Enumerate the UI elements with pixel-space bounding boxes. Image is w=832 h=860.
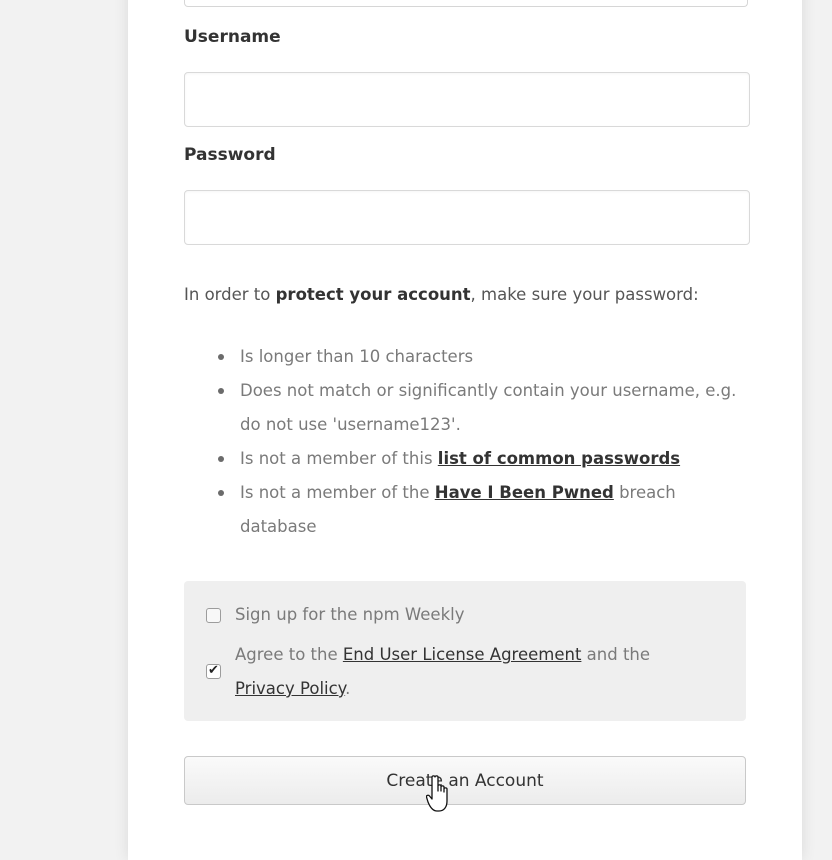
intro-text-strong: protect your account [275,285,471,304]
requirement-text: Is not a member of this [240,449,438,468]
eula-link[interactable]: End User License Agreement [343,645,582,664]
password-requirements-intro: In order to protect your account, make s… [184,284,784,306]
password-label: Password [184,145,276,165]
previous-input-field[interactable] [184,0,748,7]
newsletter-checkbox[interactable] [206,608,221,623]
requirement-text: Is not a member of the [240,483,435,502]
agreement-checkbox[interactable]: ✔ [206,663,221,679]
bullet-icon [218,354,224,360]
checkmark-icon: ✔ [208,663,219,678]
preferences-panel: Sign up for the npm Weekly ✔ Agree to th… [184,581,746,721]
common-passwords-link[interactable]: list of common passwords [438,449,680,468]
requirement-hibp: Is not a member of the Have I Been Pwned… [218,476,744,544]
have-i-been-pwned-link[interactable]: Have I Been Pwned [435,483,614,502]
password-requirements-list: Is longer than 10 characters Does not ma… [184,340,744,544]
bullet-icon [218,388,224,394]
agreement-text-middle: and the [581,645,651,664]
agreement-label-line-2: Privacy Policy. [235,672,350,706]
intro-text-before: In order to [184,285,276,304]
password-input[interactable] [184,190,750,245]
agreement-label-line-1: Agree to the End User License Agreement … [235,638,650,672]
username-label: Username [184,27,281,47]
agreement-text-after: . [345,679,351,698]
requirement-username: Does not match or significantly contain … [218,374,744,442]
newsletter-label: Sign up for the npm Weekly [235,605,465,624]
bullet-icon [218,490,224,496]
privacy-policy-link[interactable]: Privacy Policy [235,679,345,698]
agreement-text-before: Agree to the [235,645,343,664]
bullet-icon [218,456,224,462]
requirement-common-passwords: Is not a member of this list of common p… [218,442,744,476]
username-input[interactable] [184,72,750,127]
requirement-text: Does not match or significantly contain … [240,381,737,434]
create-account-button[interactable]: Create an Account [184,756,746,805]
intro-text-after: , make sure your password: [470,285,699,304]
requirement-length: Is longer than 10 characters [218,340,744,374]
requirement-text: Is longer than 10 characters [240,347,474,366]
hand-pointer-cursor-icon [426,775,448,812]
